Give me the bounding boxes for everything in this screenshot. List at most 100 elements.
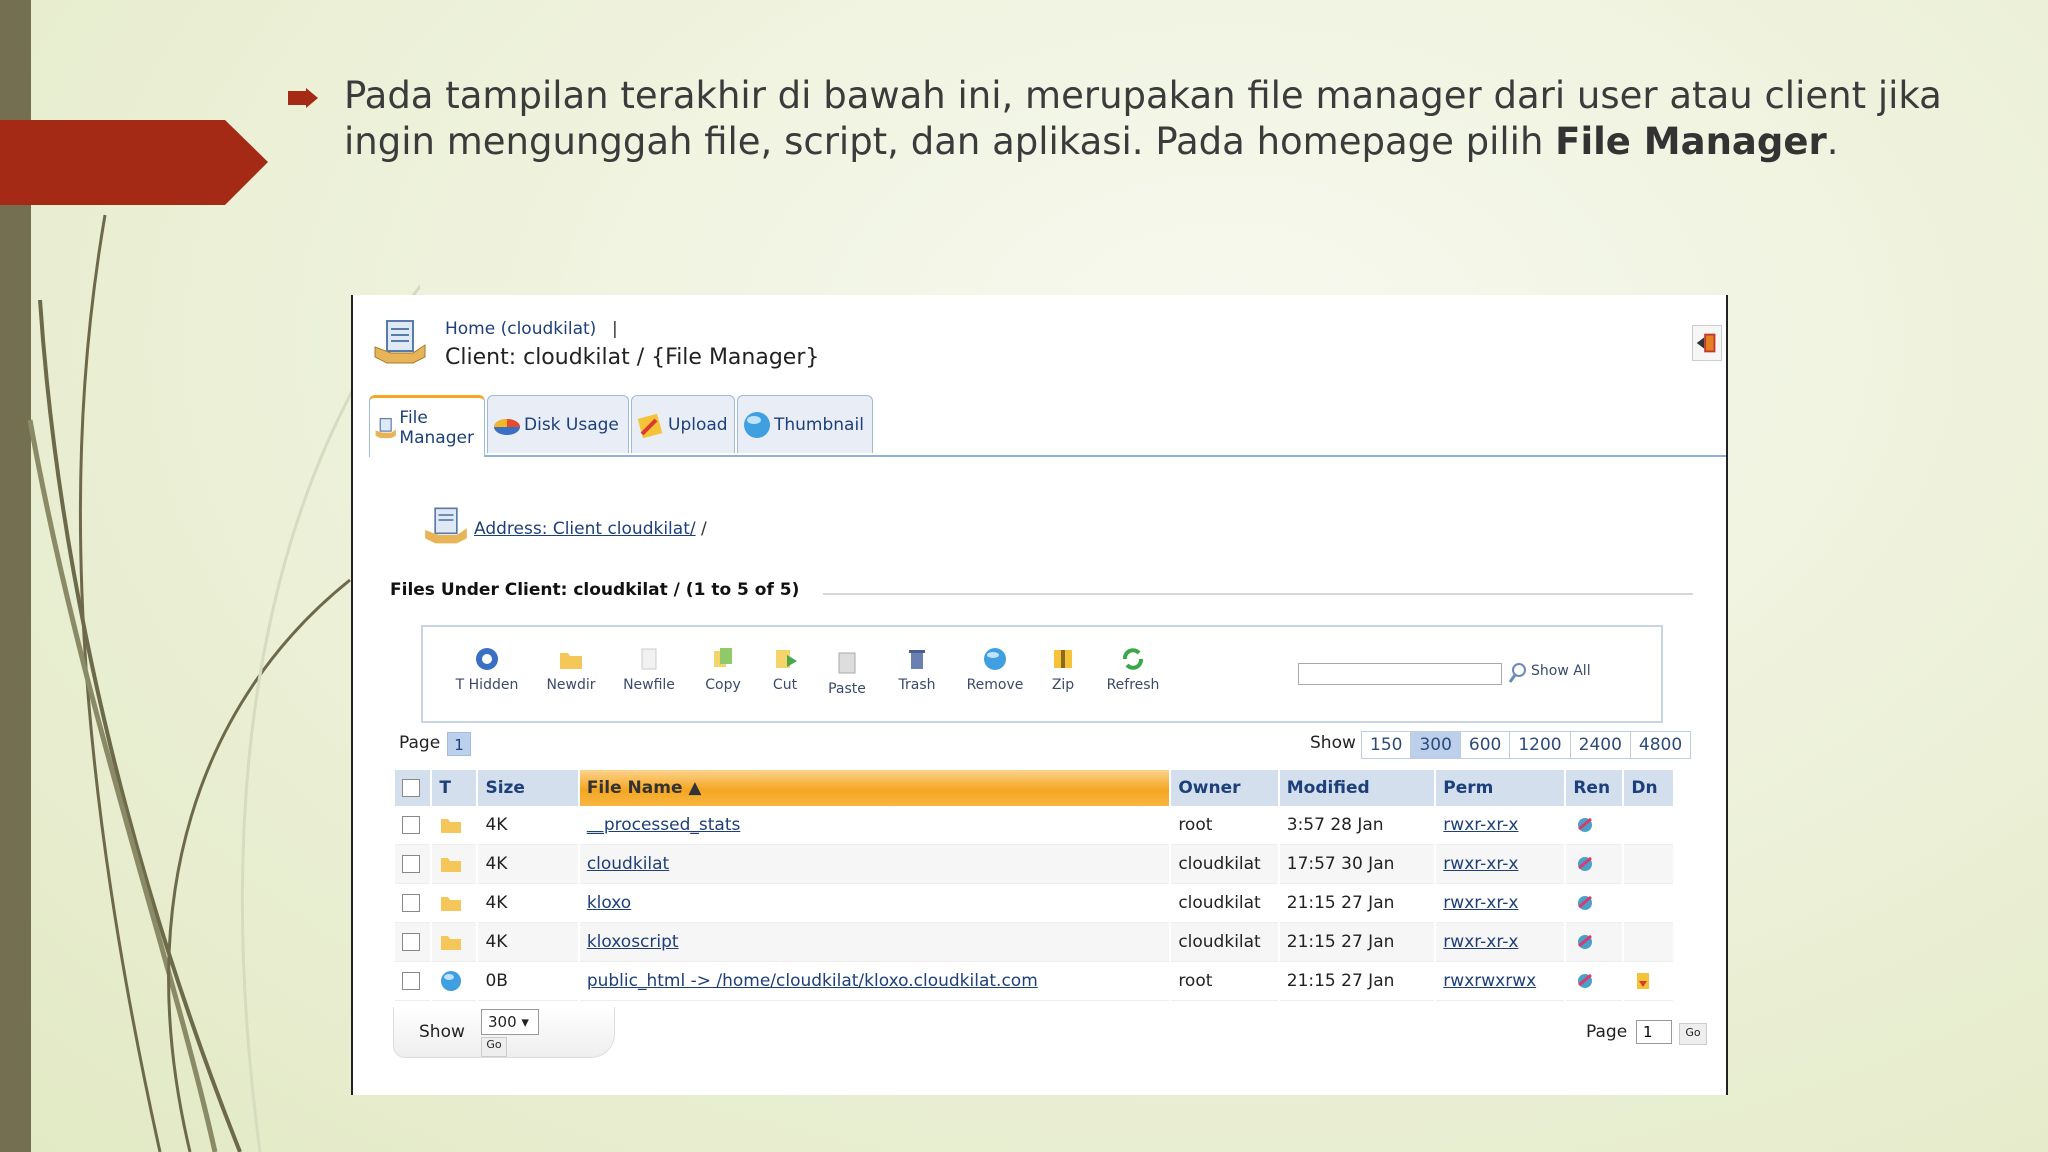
toolbar-newfile-button[interactable]: Newfile — [609, 645, 689, 693]
show-count-label: Show — [1310, 733, 1356, 753]
row-checkbox[interactable] — [402, 855, 420, 873]
toolbar-paste-button[interactable]: Paste — [807, 649, 887, 697]
show-all-button[interactable]: Show All — [1531, 663, 1591, 679]
tab-label: Thumbnail — [774, 414, 864, 435]
tab-file-manager[interactable]: File Manager — [369, 395, 485, 457]
file-perm-link[interactable]: rwxr-xr-x — [1443, 893, 1518, 913]
rename-icon[interactable] — [1573, 813, 1597, 837]
paste-icon — [838, 652, 856, 674]
file-owner: cloudkilat — [1171, 884, 1278, 923]
tab-label: File Manager — [399, 407, 474, 448]
rename-icon[interactable] — [1573, 969, 1597, 993]
footer-show-select[interactable]: 300 ▾ — [481, 1009, 539, 1035]
file-size: 4K — [478, 923, 578, 962]
column-header-type[interactable]: T — [432, 770, 477, 806]
rename-icon[interactable] — [1573, 930, 1597, 954]
show-option-4800[interactable]: 4800 — [1629, 731, 1692, 759]
toolbar-t-hidden-button[interactable]: T Hidden — [447, 645, 527, 693]
file-perm-link[interactable]: rwxrwxrwx — [1443, 971, 1536, 991]
red-arrow-shape — [0, 120, 268, 205]
table-header-row: T Size File Name ▲ Owner Modified Perm R… — [395, 770, 1673, 806]
column-header-file-name[interactable]: File Name ▲ — [579, 770, 1170, 806]
table-row: 4K __processed_stats root 3:57 28 Jan rw… — [395, 806, 1673, 845]
row-checkbox[interactable] — [402, 933, 420, 951]
file-perm-link[interactable]: rwxr-xr-x — [1443, 815, 1518, 835]
link-globe-icon — [441, 971, 462, 991]
file-name-link[interactable]: __processed_stats — [587, 815, 741, 835]
footer-show-label: Show — [419, 1022, 465, 1042]
footer-page-input[interactable]: 1 — [1636, 1020, 1672, 1044]
cut-icon — [776, 650, 797, 668]
toolbar-zip-button[interactable]: Zip — [1023, 645, 1103, 693]
file-owner: root — [1171, 962, 1278, 1001]
address-tail: / — [695, 519, 707, 539]
file-name-link[interactable]: cloudkilat — [587, 854, 669, 874]
address-path: Address: Client cloudkilat/ / — [474, 519, 707, 539]
column-header-rename: Ren — [1566, 770, 1623, 806]
file-perm-link[interactable]: rwxr-xr-x — [1443, 854, 1518, 874]
toolbar-trash-button[interactable]: Trash — [877, 645, 957, 693]
column-header-owner[interactable]: Owner — [1171, 770, 1278, 806]
slide-bullet-text: Pada tampilan terakhir di bawah ini, mer… — [344, 74, 1942, 163]
file-manager-bold: File Manager — [1555, 120, 1827, 163]
file-manager-screenshot: Home (cloudkilat) | Client: cloudkilat /… — [351, 295, 1728, 1095]
row-checkbox[interactable] — [402, 816, 420, 834]
rename-icon[interactable] — [1573, 852, 1597, 876]
show-option-150[interactable]: 150 — [1361, 731, 1412, 759]
show-option-300[interactable]: 300 — [1410, 731, 1461, 759]
file-perm-link[interactable]: rwxr-xr-x — [1443, 932, 1518, 952]
logout-icon — [1696, 333, 1716, 353]
pie-chart-icon — [494, 418, 520, 435]
file-name-link[interactable]: kloxo — [587, 893, 631, 913]
table-row: 4K cloudkilat cloudkilat 17:57 30 Jan rw… — [395, 845, 1673, 884]
show-option-600[interactable]: 600 — [1459, 731, 1511, 759]
file-manager-icon — [374, 320, 426, 364]
logout-button[interactable] — [1692, 325, 1722, 361]
row-checkbox[interactable] — [402, 894, 420, 912]
column-header-size[interactable]: Size — [478, 770, 578, 806]
rename-icon[interactable] — [1573, 891, 1597, 915]
select-all-checkbox[interactable] — [402, 779, 420, 797]
toolbar-newdir-button[interactable]: Newdir — [531, 645, 611, 693]
download-icon[interactable] — [1631, 969, 1655, 993]
tab-upload[interactable]: Upload — [631, 395, 735, 453]
column-header-modified[interactable]: Modified — [1279, 770, 1435, 806]
new-file-icon — [641, 648, 657, 670]
file-owner: cloudkilat — [1171, 923, 1278, 962]
tab-bar: File Manager Disk Usage Upload Thumbnail — [369, 395, 1726, 457]
sort-ascending-icon: ▲ — [688, 778, 702, 798]
globe-icon — [744, 411, 770, 438]
show-option-2400[interactable]: 2400 — [1569, 731, 1631, 759]
tab-disk-usage[interactable]: Disk Usage — [487, 395, 629, 453]
file-name-link[interactable]: kloxoscript — [587, 932, 679, 952]
tab-label: Upload — [668, 414, 728, 435]
toolbar-refresh-button[interactable]: Refresh — [1093, 645, 1173, 693]
show-option-1200[interactable]: 1200 — [1509, 731, 1571, 759]
breadcrumb-home-link[interactable]: Home (cloudkilat) — [445, 319, 596, 339]
chevron-down-icon: ▾ — [521, 1013, 529, 1031]
file-modified: 21:15 27 Jan — [1279, 962, 1435, 1001]
file-name-link[interactable]: public_html -> /home/cloudkilat/kloxo.cl… — [587, 971, 1038, 991]
folder-icon — [441, 936, 462, 950]
zip-icon — [1054, 650, 1072, 668]
row-checkbox[interactable] — [402, 972, 420, 990]
search-icon[interactable] — [1507, 661, 1529, 685]
page-number-link[interactable]: 1 — [447, 732, 471, 756]
footer-page-go-button[interactable]: Go — [1679, 1023, 1707, 1045]
footer-page-label: Page — [1586, 1022, 1628, 1042]
refresh-icon — [1123, 648, 1143, 670]
show-count-options: 150 300 600 1200 2400 4800 — [1361, 731, 1692, 759]
address-client-link[interactable]: Address: Client cloudkilat/ — [474, 519, 696, 539]
footer-show-go-button[interactable]: Go — [481, 1037, 507, 1057]
search-input[interactable] — [1298, 663, 1502, 685]
file-size: 4K — [478, 806, 578, 845]
file-table: T Size File Name ▲ Owner Modified Perm R… — [393, 770, 1675, 1001]
breadcrumb-separator: | — [612, 319, 618, 339]
remove-icon — [984, 648, 1006, 670]
folder-icon — [441, 858, 462, 872]
column-header-perm[interactable]: Perm — [1436, 770, 1565, 806]
copy-icon — [714, 648, 732, 667]
tab-thumbnail[interactable]: Thumbnail — [737, 395, 873, 453]
new-folder-icon — [560, 653, 582, 669]
file-size: 4K — [478, 845, 578, 884]
